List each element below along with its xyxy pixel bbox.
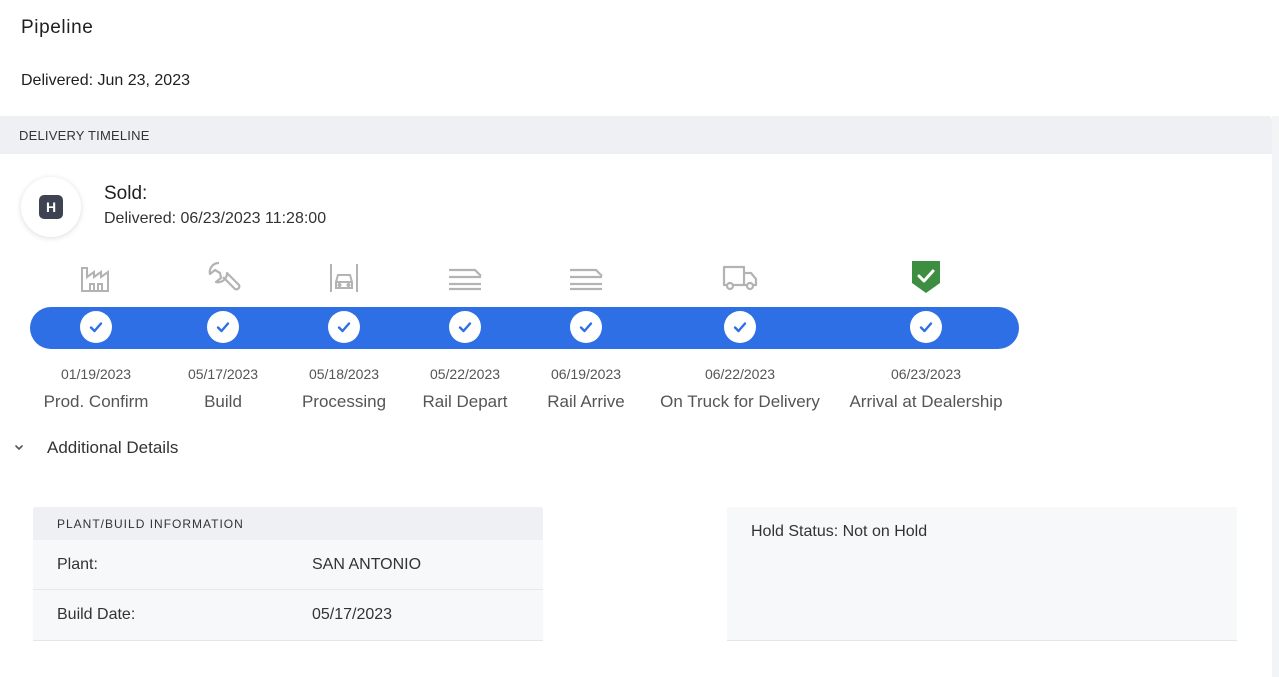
brand-badge-icon: H (39, 195, 63, 219)
additional-details-label: Additional Details (47, 438, 179, 457)
railcar-icon (447, 262, 483, 292)
stage-label: On Truck for Delivery (660, 392, 820, 411)
truck-icon (722, 262, 758, 292)
avatar: H (21, 177, 81, 237)
build-date-label: Build Date: (57, 606, 136, 623)
delivery-timeline-header: DELIVERY TIMELINE (0, 116, 1272, 154)
stage-date: 06/23/2023 (890, 366, 962, 382)
check-icon (570, 311, 602, 343)
hold-status-text: Hold Status: Not on Hold (751, 523, 928, 540)
delivered-summary: Delivered: Jun 23, 2023 (21, 72, 190, 89)
status-title: Sold: (104, 183, 148, 204)
railcar-icon (568, 262, 604, 292)
check-icon (80, 311, 112, 343)
status-delivered-time: Delivered: 06/23/2023 11:28:00 (104, 210, 327, 227)
page-title: Pipeline (21, 17, 94, 38)
factory-icon (79, 260, 113, 294)
stage-date: 06/22/2023 (704, 366, 776, 382)
car-lift-icon (327, 260, 361, 294)
check-icon (449, 311, 481, 343)
scroll-gutter (1272, 116, 1279, 677)
check-icon (328, 311, 360, 343)
chevron-down-icon (12, 441, 26, 455)
stage-date: 06/19/2023 (550, 366, 622, 382)
build-date-value: 05/17/2023 (312, 606, 393, 623)
stage-label: Arrival at Dealership (849, 392, 1003, 411)
check-icon (910, 311, 942, 343)
plant-value: SAN ANTONIO (312, 556, 422, 573)
plant-row: Plant: SAN ANTONIO (33, 540, 543, 590)
check-icon (724, 311, 756, 343)
additional-details-toggle[interactable]: Additional Details (12, 438, 178, 458)
timeline-stage-rail-arrive: 06/19/2023 Rail Arrive (501, 258, 671, 411)
timeline-progress-bar (30, 307, 1019, 349)
check-icon (207, 311, 239, 343)
hold-status-card: Hold Status: Not on Hold (727, 507, 1237, 641)
plant-build-card-title: PLANT/BUILD INFORMATION (33, 507, 543, 540)
stage-label: Rail Arrive (547, 392, 625, 411)
plant-label: Plant: (57, 556, 98, 573)
timeline-stage-arrival-dealership: 06/23/2023 Arrival at Dealership (841, 258, 1011, 411)
build-date-row: Build Date: 05/17/2023 (33, 590, 543, 640)
timeline-stage-on-truck: 06/22/2023 On Truck for Delivery (655, 258, 825, 411)
plant-build-card: PLANT/BUILD INFORMATION Plant: SAN ANTON… (33, 507, 543, 641)
wrench-icon (205, 259, 241, 295)
shield-check-icon (910, 259, 942, 295)
